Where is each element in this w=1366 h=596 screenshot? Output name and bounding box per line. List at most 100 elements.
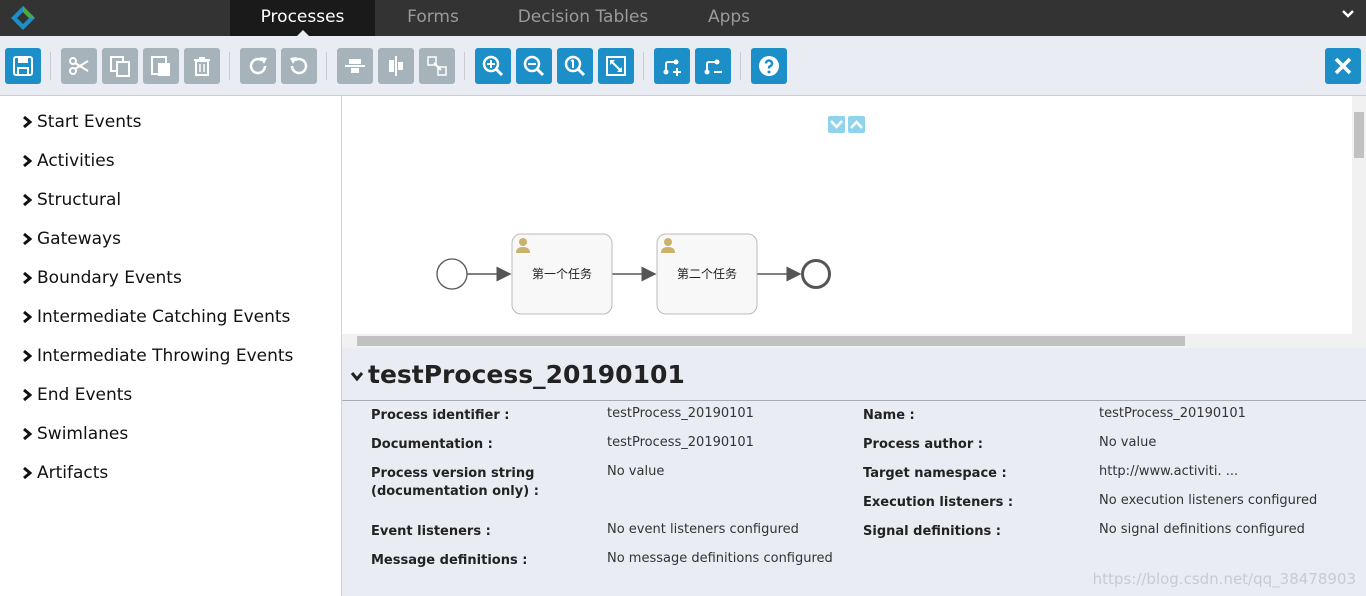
watermark: https://blog.csdn.net/qq_38478903 (1092, 570, 1356, 588)
expand-up-icon[interactable] (848, 116, 865, 133)
prop-label-execution-listeners: Execution listeners : (863, 495, 1014, 510)
diagram-canvas[interactable]: 第一个任务 第二个任务 (342, 96, 1366, 348)
collapse-down-icon[interactable] (828, 116, 845, 133)
toolbar-separator (643, 52, 644, 80)
add-bendpoint-button[interactable] (654, 48, 690, 84)
palette-item-intermediate-catching-events[interactable]: Intermediate Catching Events (22, 307, 290, 327)
palette-item-structural[interactable]: Structural (22, 190, 121, 210)
trash-icon (194, 57, 210, 76)
user-task-1[interactable]: 第一个任务 (511, 233, 613, 315)
remove-bendpoint-button[interactable] (695, 48, 731, 84)
add-bendpoint-icon (663, 59, 681, 76)
close-icon (1334, 57, 1352, 75)
palette-item-label: End Events (37, 385, 133, 405)
process-diagram: 第一个任务 第二个任务 (436, 116, 865, 315)
prop-value-execution-listeners[interactable]: No execution listeners configured (1099, 492, 1317, 510)
paste-icon (151, 56, 170, 76)
toolbar-separator (326, 52, 327, 80)
prop-value-signal-definitions[interactable]: No signal definitions configured (1099, 521, 1305, 539)
palette-item-label: Swimlanes (37, 424, 129, 444)
chevron-right-icon (23, 233, 32, 245)
align-horizontal-button[interactable] (337, 48, 373, 84)
palette-item-intermediate-throwing-events[interactable]: Intermediate Throwing Events (22, 346, 293, 366)
top-navigation: Processes Forms Decision Tables Apps (0, 0, 1366, 37)
prop-value-event-listeners[interactable]: No event listeners configured (607, 521, 799, 539)
horizontal-scrollbar[interactable] (342, 334, 1366, 348)
prop-value-process-version[interactable]: No value (607, 463, 664, 481)
zoom-actual-icon (564, 55, 586, 77)
zoom-actual-button[interactable] (557, 48, 593, 84)
palette-item-artifacts[interactable]: Artifacts (22, 463, 108, 483)
redo-button[interactable] (240, 48, 276, 84)
user-task-2[interactable]: 第二个任务 (656, 233, 758, 315)
palette-item-label: Intermediate Catching Events (37, 307, 291, 327)
chevron-down-icon[interactable] (350, 370, 364, 382)
prop-value-name[interactable]: testProcess_20190101 (1099, 405, 1246, 423)
palette-item-label: Artifacts (37, 463, 109, 483)
palette-item-boundary-events[interactable]: Boundary Events (22, 268, 182, 288)
chevron-down-icon[interactable] (1340, 6, 1356, 22)
task-label: 第二个任务 (677, 266, 737, 281)
prop-value-process-author[interactable]: No value (1099, 434, 1156, 452)
prop-label-name: Name : (863, 408, 915, 423)
zoom-out-icon (523, 55, 545, 77)
align-vertical-icon (389, 56, 403, 76)
help-button[interactable] (751, 48, 787, 84)
resize-icon (427, 56, 447, 76)
undo-button[interactable] (281, 48, 317, 84)
palette-item-label: Structural (37, 190, 122, 210)
palette-item-swimlanes[interactable]: Swimlanes (22, 424, 128, 444)
palette-item-start-events[interactable]: Start Events (22, 112, 142, 132)
vertical-scrollbar[interactable] (1352, 96, 1366, 334)
prop-value-target-namespace[interactable]: http://www.activiti. ... (1099, 463, 1238, 481)
divider (342, 400, 1366, 401)
align-horizontal-icon (345, 59, 365, 73)
prop-value-documentation[interactable]: testProcess_20190101 (607, 434, 754, 452)
toolbar-separator (464, 52, 465, 80)
cut-button[interactable] (61, 48, 97, 84)
paste-button[interactable] (143, 48, 179, 84)
end-event[interactable] (801, 259, 831, 289)
palette-item-end-events[interactable]: End Events (22, 385, 132, 405)
prop-label-process-author: Process author : (863, 437, 983, 452)
app-logo-icon[interactable] (10, 5, 36, 31)
undo-icon (290, 57, 308, 75)
tab-apps[interactable]: Apps (690, 0, 768, 36)
same-size-button[interactable] (419, 48, 455, 84)
save-button[interactable] (5, 48, 41, 84)
copy-button[interactable] (102, 48, 138, 84)
align-vertical-button[interactable] (378, 48, 414, 84)
prop-label-event-listeners: Event listeners : (371, 524, 491, 539)
save-icon (13, 56, 33, 76)
tab-decision-tables[interactable]: Decision Tables (510, 0, 656, 36)
scissors-icon (69, 57, 89, 75)
prop-label-target-namespace: Target namespace : (863, 466, 1007, 481)
properties-title: testProcess_20190101 (368, 360, 685, 389)
tab-forms[interactable]: Forms (385, 0, 481, 36)
remove-bendpoint-icon (704, 59, 722, 75)
prop-value-process-identifier[interactable]: testProcess_20190101 (607, 405, 754, 423)
prop-value-message-definitions[interactable]: No message definitions configured (607, 550, 833, 568)
tab-processes[interactable]: Processes (230, 0, 375, 37)
start-event[interactable] (436, 258, 468, 290)
zoom-fit-button[interactable] (598, 48, 634, 84)
palette-item-gateways[interactable]: Gateways (22, 229, 121, 249)
delete-button[interactable] (184, 48, 220, 84)
palette-item-activities[interactable]: Activities (22, 151, 115, 171)
chevron-right-icon (23, 428, 32, 440)
toolbar-separator (229, 52, 230, 80)
horizontal-scrollbar-thumb[interactable] (357, 336, 1185, 346)
chevron-right-icon (23, 155, 32, 167)
prop-label-process-version: Process version string (documentation on… (371, 466, 539, 499)
chevron-right-icon (23, 311, 32, 323)
prop-label-process-identifier: Process identifier : (371, 408, 510, 423)
prop-label-documentation: Documentation : (371, 437, 493, 452)
vertical-scrollbar-thumb[interactable] (1354, 112, 1364, 158)
chevron-right-icon (23, 389, 32, 401)
chevron-right-icon (23, 194, 32, 206)
chevron-right-icon (23, 116, 32, 128)
zoom-out-button[interactable] (516, 48, 552, 84)
zoom-in-button[interactable] (475, 48, 511, 84)
close-editor-button[interactable] (1325, 48, 1361, 84)
zoom-in-icon (482, 55, 504, 77)
